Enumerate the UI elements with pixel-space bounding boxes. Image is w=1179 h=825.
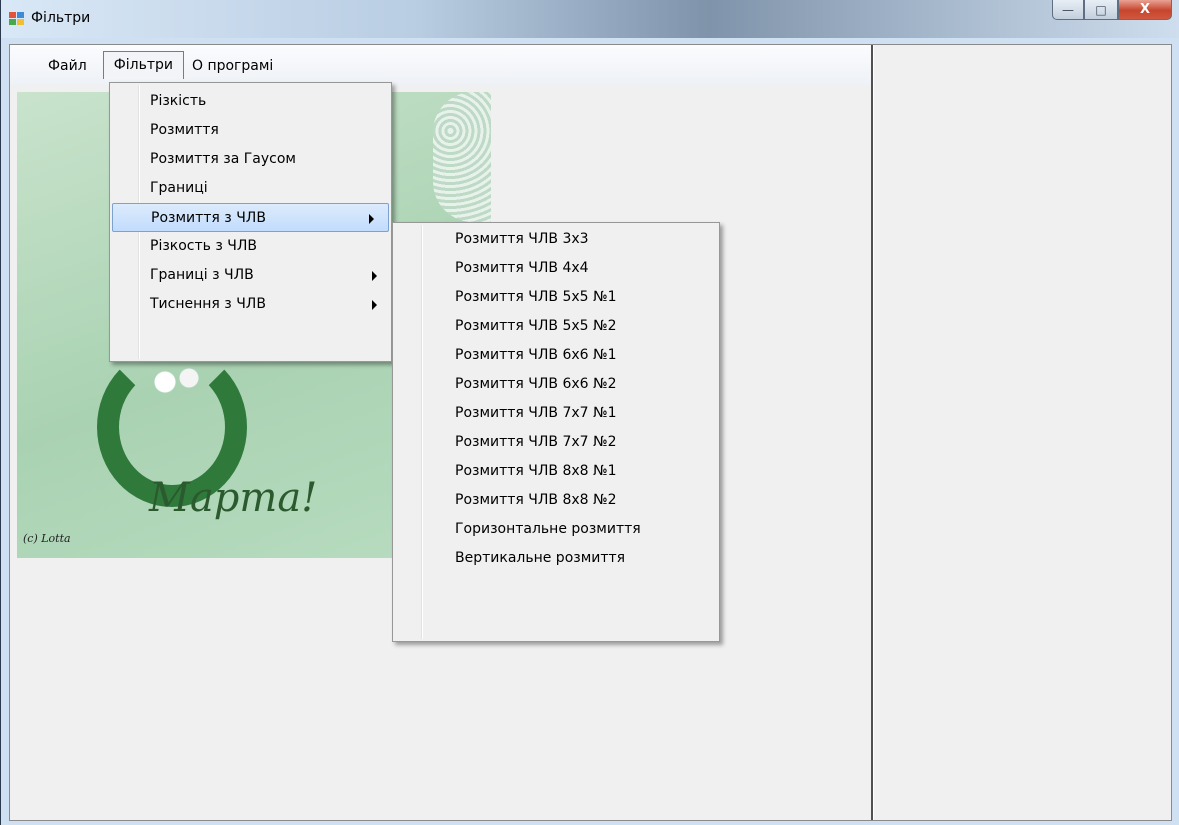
lily-flowers-graphic — [147, 362, 207, 402]
submenu-item-horizontal-blur[interactable]: Горизонтальне розмиття — [393, 515, 719, 544]
menu-item-label: Розмиття з ЧЛВ — [151, 210, 266, 226]
menu-item-label: Тиснення з ЧЛВ — [150, 296, 266, 312]
menu-item-label: Різкость з ЧЛВ — [150, 238, 257, 254]
submenu-item-5x5-2[interactable]: Розмиття ЧЛВ 5x5 №2 — [393, 312, 719, 341]
submenu-item-6x6-1[interactable]: Розмиття ЧЛВ 6x6 №1 — [393, 341, 719, 370]
menu-item-label: Границі з ЧЛВ — [150, 267, 254, 283]
menu-item-label: Розмиття — [150, 122, 219, 138]
submenu-item-7x7-1[interactable]: Розмиття ЧЛВ 7x7 №1 — [393, 399, 719, 428]
menu-item-sharpen-chlv[interactable]: Різкость з ЧЛВ — [110, 232, 391, 261]
menu-bar: Файл Фільтри О програмі — [10, 45, 872, 85]
menu-item-emboss-chlv[interactable]: Тиснення з ЧЛВ — [110, 290, 391, 319]
app-icon[interactable] — [9, 12, 25, 26]
window-controls: — □ X — [1052, 0, 1172, 22]
menu-item-blur-chlv[interactable]: Розмиття з ЧЛВ — [112, 203, 389, 232]
splitter[interactable] — [871, 45, 874, 820]
menu-item-sharpen[interactable]: Різкість — [110, 87, 391, 116]
lace-decoration — [433, 92, 491, 222]
menu-item-edges-chlv[interactable]: Границі з ЧЛВ — [110, 261, 391, 290]
submenu-arrow-icon — [369, 214, 374, 224]
menu-item-blur[interactable]: Розмиття — [110, 116, 391, 145]
menu-item-label: Розмиття за Гаусом — [150, 151, 296, 167]
close-button[interactable]: X — [1118, 0, 1172, 20]
menu-item-gaussian-blur[interactable]: Розмиття за Гаусом — [110, 145, 391, 174]
title-bar[interactable]: Фільтри — □ X — [1, 0, 1179, 38]
minimize-button[interactable]: — — [1052, 0, 1084, 20]
submenu-item-7x7-2[interactable]: Розмиття ЧЛВ 7x7 №2 — [393, 428, 719, 457]
menu-filters[interactable]: Фільтри — [102, 51, 184, 79]
submenu-arrow-icon — [372, 271, 377, 281]
submenu-item-5x5-1[interactable]: Розмиття ЧЛВ 5x5 №1 — [393, 283, 719, 312]
menu-item-label: Границі — [150, 180, 208, 196]
menu-item-edges[interactable]: Границі — [110, 174, 391, 203]
submenu-item-vertical-blur[interactable]: Вертикальне розмиття — [393, 544, 719, 573]
menu-item-label: Різкість — [150, 93, 207, 109]
window-title: Фільтри — [31, 10, 91, 26]
filters-dropdown: Різкість Розмиття Розмиття за Гаусом Гра… — [109, 82, 392, 362]
submenu-item-4x4[interactable]: Розмиття ЧЛВ 4x4 — [393, 254, 719, 283]
picture-caption: Марта! — [149, 475, 318, 521]
blur-chlv-submenu: Розмиття ЧЛВ 3x3 Розмиття ЧЛВ 4x4 Розмит… — [392, 222, 720, 642]
submenu-arrow-icon — [372, 300, 377, 310]
app-window: Фільтри — □ X Файл Фільтри О програмі Ма… — [0, 0, 1179, 825]
picture-copyright: (c) Lotta — [23, 532, 71, 545]
submenu-item-6x6-2[interactable]: Розмиття ЧЛВ 6x6 №2 — [393, 370, 719, 399]
menu-file[interactable]: Файл — [40, 53, 95, 79]
submenu-item-8x8-1[interactable]: Розмиття ЧЛВ 8x8 №1 — [393, 457, 719, 486]
submenu-item-8x8-2[interactable]: Розмиття ЧЛВ 8x8 №2 — [393, 486, 719, 515]
maximize-button[interactable]: □ — [1084, 0, 1118, 20]
menu-about[interactable]: О програмі — [184, 53, 281, 79]
submenu-item-3x3[interactable]: Розмиття ЧЛВ 3x3 — [393, 225, 719, 254]
